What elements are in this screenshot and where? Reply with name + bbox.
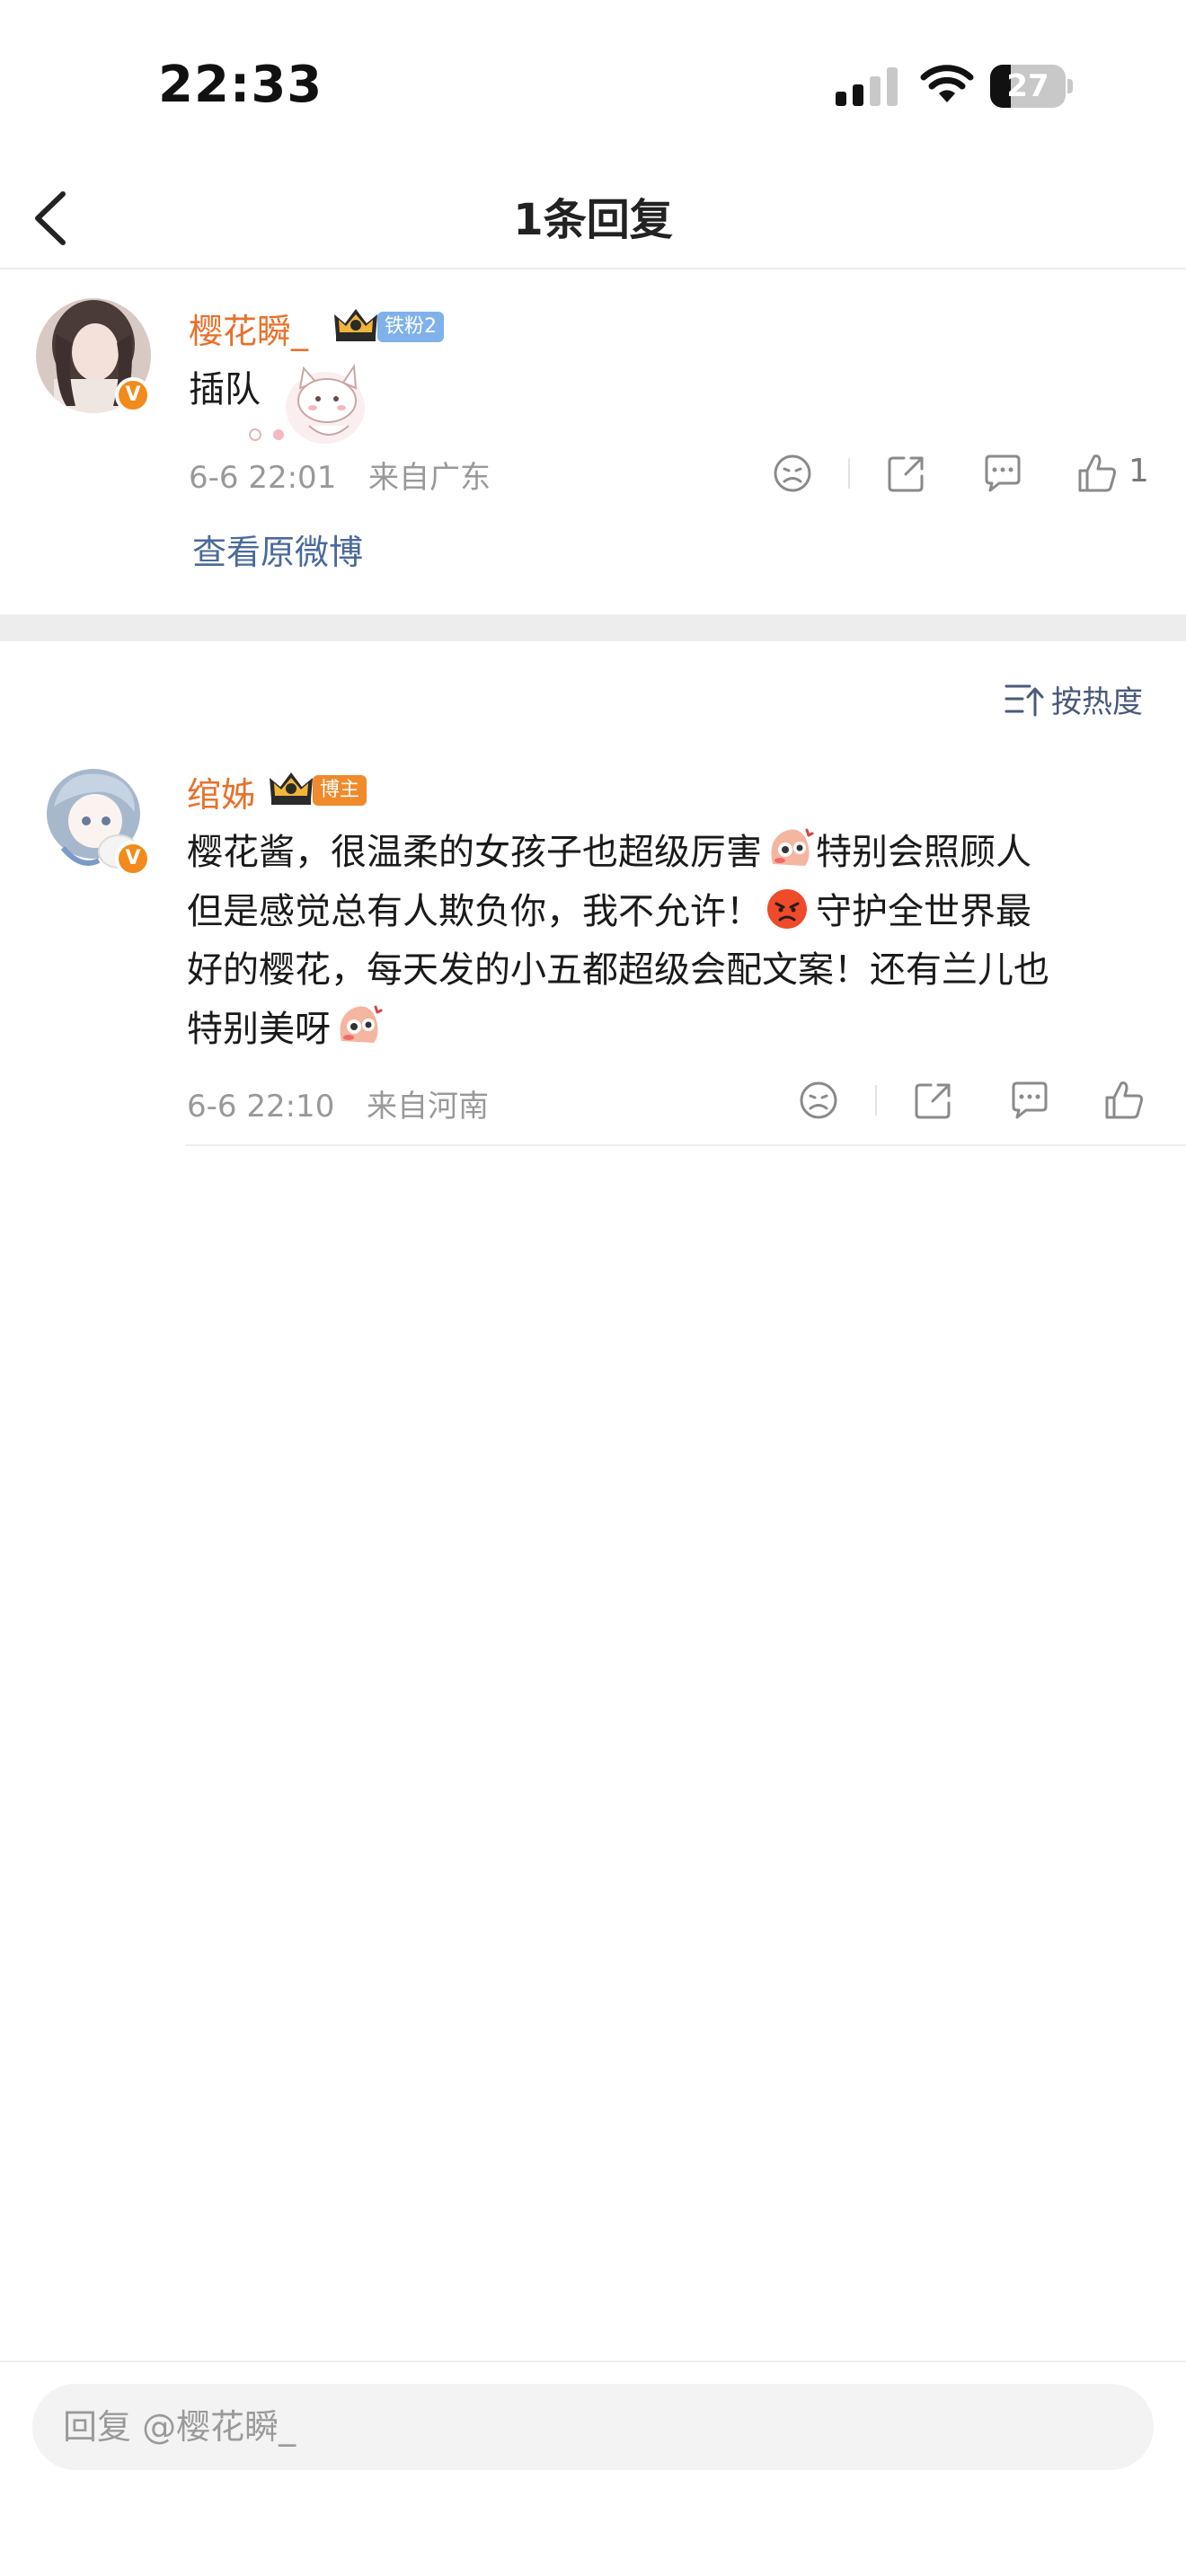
reply-text: 樱花酱，很温柔的女孩子也超级厉害 特别会照顾人 但是感觉总有人欺负你，我不允许！… bbox=[187, 823, 1175, 1059]
reply-text-line: 特别会照顾人 bbox=[816, 832, 1031, 873]
crown-icon bbox=[270, 772, 313, 805]
shy-emoji-icon bbox=[771, 828, 814, 866]
section-gap bbox=[0, 614, 1186, 641]
reply-text-line: 但是感觉总有人欺负你，我不允许！ bbox=[187, 891, 762, 932]
home-indicator bbox=[0, 2563, 1186, 2576]
bottom-reply-bar bbox=[0, 2360, 1186, 2576]
wifi-icon bbox=[920, 65, 974, 102]
like-thumb-icon[interactable] bbox=[1075, 451, 1120, 496]
action-divider bbox=[875, 1085, 877, 1116]
battery-level: 27 bbox=[1006, 68, 1049, 104]
crown-icon bbox=[334, 309, 377, 341]
share-icon[interactable] bbox=[911, 1078, 956, 1123]
dislike-face-icon[interactable] bbox=[796, 1078, 841, 1123]
username[interactable]: 绾姊 bbox=[187, 767, 255, 816]
reply-text-line: 守护全世界最 bbox=[816, 891, 1031, 932]
comment-icon[interactable] bbox=[1006, 1078, 1051, 1123]
dislike-face-icon[interactable] bbox=[770, 451, 815, 496]
comment-meta: 6-6 22:01 来自广东 bbox=[189, 453, 491, 497]
location: 来自河南 bbox=[366, 1089, 489, 1125]
root-comment: V 樱花瞬_ 铁粉2 插队 6-6 22:01 来自广东 1 查看原微博 bbox=[0, 271, 1186, 614]
sort-label: 按热度 bbox=[1051, 684, 1143, 720]
reply-text-line: 特别美呀 bbox=[187, 1009, 331, 1050]
nav-bar: 1条回复 bbox=[0, 171, 1186, 269]
shy-emoji-icon bbox=[340, 1005, 383, 1043]
fan-badge: 铁粉2 bbox=[377, 312, 444, 342]
angry-emoji-icon bbox=[767, 886, 809, 929]
battery-icon: 27 bbox=[990, 65, 1073, 108]
location: 来自广东 bbox=[367, 460, 491, 496]
reply-divider bbox=[185, 1144, 1186, 1146]
username[interactable]: 樱花瞬_ bbox=[189, 304, 308, 353]
signal-icon bbox=[836, 67, 898, 106]
status-bar: 22:33 27 bbox=[0, 0, 1186, 171]
role-badge: 博主 bbox=[313, 775, 367, 806]
page-title: 1条回复 bbox=[513, 195, 673, 245]
reply-text-line: 樱花酱，很温柔的女孩子也超级厉害 bbox=[187, 832, 762, 873]
reply-meta: 6-6 22:10 来自河南 bbox=[187, 1081, 489, 1125]
verified-v-icon: V bbox=[115, 841, 151, 877]
status-time: 22:33 bbox=[158, 56, 323, 114]
comment-icon[interactable] bbox=[979, 451, 1024, 496]
reply-text-line: 好的樱花，每天发的小五都超级会配文案！还有兰儿也 bbox=[187, 949, 1049, 991]
verified-v-icon: V bbox=[115, 377, 151, 413]
view-original-link[interactable]: 查看原微博 bbox=[192, 525, 363, 574]
action-divider bbox=[848, 458, 850, 489]
reply-input[interactable] bbox=[32, 2384, 1154, 2470]
timestamp: 6-6 22:10 bbox=[187, 1089, 335, 1125]
like-thumb-icon[interactable] bbox=[1102, 1078, 1146, 1123]
kitten-sticker-icon bbox=[249, 364, 365, 444]
sort-icon bbox=[1005, 684, 1044, 717]
share-icon[interactable] bbox=[884, 451, 929, 496]
like-count: 1 bbox=[1128, 453, 1149, 490]
timestamp: 6-6 22:01 bbox=[189, 460, 337, 496]
